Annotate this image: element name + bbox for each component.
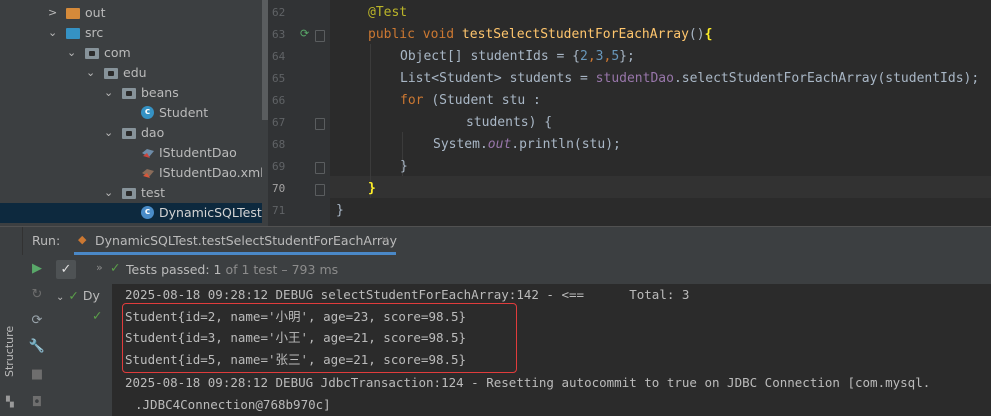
run-label: Run: <box>32 233 61 248</box>
structure-tool-button[interactable]: Structure <box>3 326 16 377</box>
fold-marker-icon[interactable] <box>315 162 325 174</box>
camera-icon[interactable]: ◘ <box>27 393 47 413</box>
show-passed-toggle[interactable]: ✓ <box>56 260 76 279</box>
folder-icon <box>66 28 80 39</box>
test-results-tree: ⌄ ✓ Dy ✓ <box>52 284 112 416</box>
line-number: 66 <box>272 94 286 107</box>
passed-check-icon: ✓ <box>110 260 121 275</box>
tree-item-istudentdao[interactable]: IStudentDao <box>0 143 262 163</box>
code-line-70: } <box>368 181 376 196</box>
line-number: 67 <box>272 116 286 129</box>
line-number: 71 <box>272 204 286 217</box>
run-toolbar: ▶ ↻ ⟳ 🔧 ■ ◘ <box>22 255 52 416</box>
code-line-64: Object[] studentIds = {2,3,5}; <box>400 49 635 64</box>
run-panel-header: Run: ◆ DynamicSQLTest.testSelectStudentF… <box>0 227 991 255</box>
tree-item-dynamicsqltest[interactable]: c DynamicSQLTest <box>0 203 262 223</box>
chevron-down-icon[interactable]: ⌄ <box>104 123 113 143</box>
structure-icon[interactable]: ▚ <box>6 397 14 408</box>
console-line: Student{id=2, name='小明', age=23, score=9… <box>125 309 467 324</box>
package-icon <box>104 68 118 79</box>
tool-window-strip: Structure ▚ <box>0 227 23 416</box>
code-line-65: List<Student> students = studentDao.sele… <box>400 71 980 86</box>
chevron-down-icon[interactable]: ⌄ <box>56 292 64 303</box>
project-tree: > out ⌄ src ⌄ com ⌄ edu ⌄ beans c Studen… <box>0 0 264 226</box>
chevron-down-icon[interactable]: ⌄ <box>86 63 95 83</box>
console-line: 2025-08-18 09:28:12 DEBUG JdbcTransactio… <box>125 375 931 390</box>
console-line: .JDBC4Connection@768b970c] <box>135 397 331 412</box>
tree-item-com[interactable]: ⌄ com <box>0 43 262 63</box>
passed-check-icon: ✓ <box>68 288 79 303</box>
stop-icon[interactable]: ■ <box>27 365 47 385</box>
folder-icon <box>66 8 80 19</box>
tree-item-istudentdao-xml[interactable]: IStudentDao.xml <box>0 163 264 183</box>
line-number: 70 <box>272 182 286 195</box>
line-number: 69 <box>272 160 286 173</box>
settings-wrench-icon[interactable]: 🔧 <box>27 337 47 357</box>
rerun-failed-icon[interactable]: ↻ <box>27 285 47 305</box>
run-test-icon[interactable]: ⟳ <box>300 27 309 40</box>
code-editor[interactable]: @Test public void testSelectStudentForEa… <box>330 0 991 226</box>
code-line-67: students) { <box>466 115 553 130</box>
test-child-item[interactable]: ✓ <box>92 306 102 326</box>
tree-item-beans[interactable]: ⌄ beans <box>0 83 262 103</box>
code-line-71: } <box>336 203 344 218</box>
package-icon <box>85 48 99 59</box>
editor-gutter: 62 63 ⟳ 64 65 66 67 68 69 70 71 <box>268 0 330 226</box>
tree-item-student[interactable]: c Student <box>0 103 262 123</box>
code-line-63: public void testSelectStudentForEachArra… <box>368 27 713 42</box>
package-icon <box>122 188 136 199</box>
chevron-down-icon[interactable]: ⌄ <box>104 83 113 103</box>
console-line: Student{id=3, name='小王', age=21, score=9… <box>125 330 467 345</box>
close-icon[interactable]: × <box>380 233 389 246</box>
run-config-icon: ◆ <box>78 233 87 246</box>
line-number: 64 <box>272 50 286 63</box>
current-line-highlight <box>330 176 991 198</box>
chevron-down-icon[interactable]: ⌄ <box>67 43 76 63</box>
mybatis-icon <box>142 149 154 158</box>
indent-guide <box>370 44 371 198</box>
fold-marker-icon[interactable] <box>315 184 325 196</box>
double-chevron-icon[interactable]: » <box>96 261 103 274</box>
line-number: 62 <box>272 6 286 19</box>
tree-item-dao[interactable]: ⌄ dao <box>0 123 262 143</box>
tests-passed-text: Tests passed: 1 of 1 test – 793 ms <box>126 262 339 277</box>
test-status-bar: ✓ » ✓ Tests passed: 1 of 1 test – 793 ms <box>52 255 991 285</box>
rerun-icon[interactable]: ▶ <box>27 259 47 279</box>
chevron-down-icon[interactable]: ⌄ <box>104 183 113 203</box>
code-line-66: for (Student stu : <box>400 93 541 108</box>
console-line: Student{id=5, name='张三', age=21, score=9… <box>125 352 467 367</box>
run-tab[interactable]: ◆ DynamicSQLTest.testSelectStudentForEac… <box>74 227 398 255</box>
tree-item-out[interactable]: > out <box>0 3 262 23</box>
run-tab-label: DynamicSQLTest.testSelectStudentForEachA… <box>95 233 398 248</box>
console-line: 2025-08-18 09:28:12 DEBUG selectStudentF… <box>125 287 690 302</box>
line-number: 63 <box>272 28 286 41</box>
line-number: 68 <box>272 138 286 151</box>
fold-marker-icon[interactable] <box>315 118 325 130</box>
toggle-auto-test-icon[interactable]: ⟳ <box>27 311 47 331</box>
mybatis-xml-icon <box>142 169 154 178</box>
class-icon: c <box>141 106 154 119</box>
test-root-item[interactable]: ⌄ ✓ Dy <box>56 286 100 306</box>
code-line-62: @Test <box>368 5 408 20</box>
test-class-icon: c <box>141 206 154 219</box>
package-icon <box>122 128 136 139</box>
console-output[interactable]: 2025-08-18 09:28:12 DEBUG selectStudentF… <box>112 284 991 416</box>
fold-marker-icon[interactable] <box>315 30 325 42</box>
tree-item-edu[interactable]: ⌄ edu <box>0 63 262 83</box>
line-number: 65 <box>272 72 286 85</box>
tree-item-test[interactable]: ⌄ test <box>0 183 262 203</box>
tree-item-src[interactable]: ⌄ src <box>0 23 262 43</box>
code-line-69: } <box>400 159 408 174</box>
code-line-68: System.out.println(stu); <box>433 137 621 152</box>
package-icon <box>122 88 136 99</box>
chevron-right-icon[interactable]: > <box>48 3 57 23</box>
chevron-down-icon[interactable]: ⌄ <box>48 23 57 43</box>
